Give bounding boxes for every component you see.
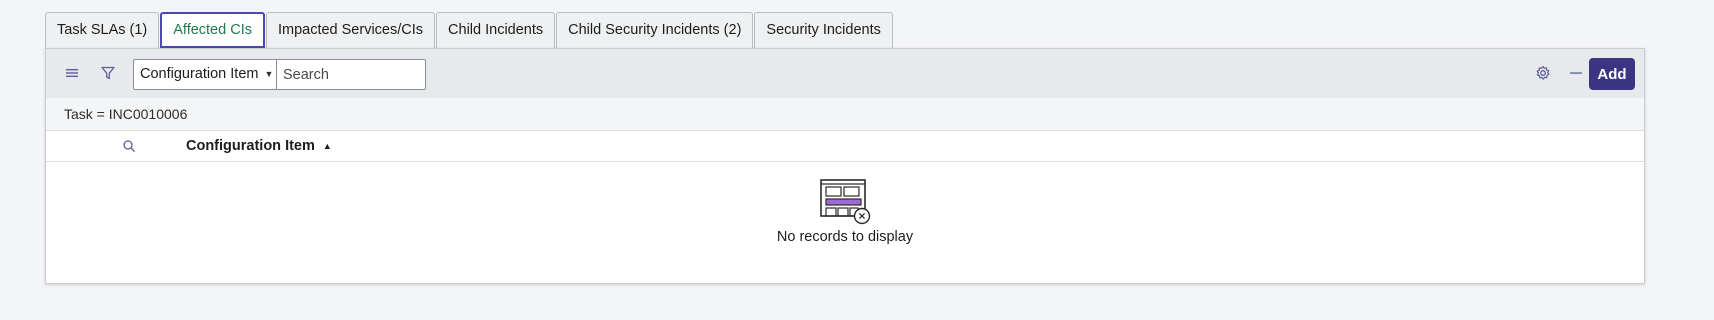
search-input[interactable]	[276, 59, 426, 90]
hamburger-menu-icon[interactable]	[60, 61, 84, 85]
column-search-icon[interactable]	[122, 139, 138, 155]
tab-security-incidents[interactable]: Security Incidents	[754, 12, 893, 48]
filter-breadcrumb[interactable]: Task = INC0010006	[46, 98, 1644, 130]
filter-icon[interactable]	[96, 61, 120, 85]
add-button[interactable]: Add	[1589, 58, 1635, 90]
list-toolbar: Configuration Item ▼ Add	[46, 49, 1644, 98]
field-select-value: Configuration Item	[140, 66, 259, 82]
related-list-panel: Configuration Item ▼ Add Task = INC00100…	[45, 48, 1645, 284]
collapse-minus-icon[interactable]	[1564, 61, 1588, 85]
table-header-row: Configuration Item ▲	[46, 130, 1644, 162]
empty-state-message: No records to display	[776, 229, 914, 245]
tab-child-security-incidents[interactable]: Child Security Incidents (2)	[556, 12, 754, 48]
empty-state: No records to display	[46, 179, 1644, 245]
chevron-down-icon: ▼	[264, 69, 274, 79]
related-list-tabs: Task SLAs (1) Affected CIs Impacted Serv…	[45, 12, 894, 48]
column-header-configuration-item[interactable]: Configuration Item ▲	[186, 131, 332, 161]
gear-icon[interactable]	[1531, 61, 1555, 85]
tab-child-incidents[interactable]: Child Incidents	[436, 12, 556, 48]
column-header-label: Configuration Item	[186, 138, 315, 154]
sort-ascending-icon: ▲	[322, 141, 332, 151]
no-records-icon	[820, 179, 871, 225]
tab-impacted-services[interactable]: Impacted Services/CIs	[265, 12, 436, 48]
field-select[interactable]: Configuration Item ▼	[133, 59, 277, 90]
tab-affected-cis[interactable]: Affected CIs	[160, 12, 265, 48]
tab-task-slas[interactable]: Task SLAs (1)	[45, 12, 160, 48]
